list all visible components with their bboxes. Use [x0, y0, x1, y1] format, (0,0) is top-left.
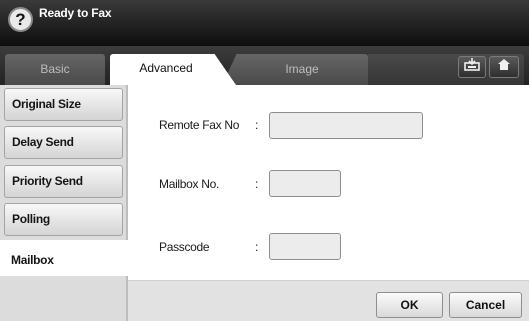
- help-icon[interactable]: ?: [8, 7, 33, 32]
- sidebar-item-mailbox[interactable]: Mailbox: [0, 240, 128, 276]
- screen-title: Ready to Fax: [39, 6, 112, 20]
- mailbox-number-input[interactable]: [269, 170, 341, 197]
- remote-fax-colon: :: [255, 118, 259, 132]
- mailbox-number-colon: :: [255, 177, 259, 191]
- sidebar: Original Size Delay Send Priority Send P…: [0, 85, 128, 321]
- mailbox-number-label: Mailbox No.: [159, 177, 220, 191]
- sidebar-item-original-size[interactable]: Original Size: [4, 88, 123, 121]
- remote-fax-input[interactable]: [269, 112, 423, 139]
- tab-image-label: Image: [285, 62, 319, 76]
- home-icon-graphic: [498, 59, 510, 70]
- cancel-button[interactable]: Cancel: [449, 292, 522, 318]
- title-bar: ? Ready to Fax: [0, 0, 529, 46]
- tab-basic[interactable]: Basic: [5, 54, 105, 85]
- passcode-colon: :: [255, 240, 259, 254]
- tray-icon-graphic: [464, 58, 480, 71]
- sidebar-item-priority-send[interactable]: Priority Send: [4, 165, 123, 198]
- action-bar: OK Cancel: [128, 280, 529, 321]
- tab-image[interactable]: Image: [222, 54, 368, 85]
- tab-bar: Basic Image Advanced: [0, 46, 529, 85]
- passcode-input[interactable]: [269, 233, 341, 260]
- sidebar-item-delay-send[interactable]: Delay Send: [4, 126, 123, 159]
- sidebar-item-polling[interactable]: Polling: [4, 203, 123, 236]
- passcode-label: Passcode: [159, 240, 210, 254]
- ok-button[interactable]: OK: [376, 292, 443, 318]
- home-icon[interactable]: [489, 56, 519, 78]
- tab-advanced-label: Advanced: [139, 61, 193, 75]
- remote-fax-label: Remote Fax No: [159, 118, 240, 132]
- tab-advanced[interactable]: Advanced: [110, 54, 236, 85]
- tray-icon[interactable]: [458, 56, 486, 78]
- fax-screen: ? Ready to Fax Basic Image Advanced Orig…: [0, 0, 529, 321]
